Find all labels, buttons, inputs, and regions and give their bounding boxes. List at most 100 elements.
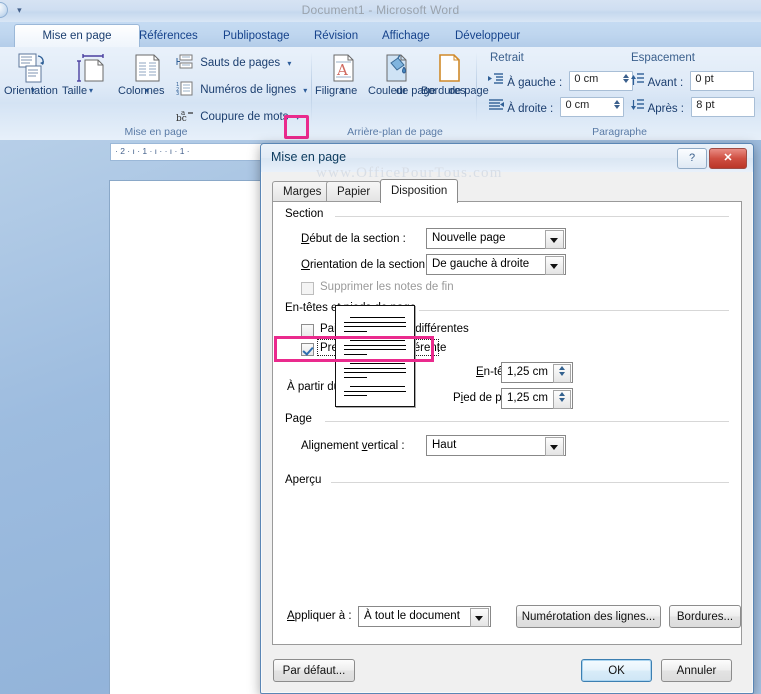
group-separator xyxy=(476,52,477,122)
indent-right-icon xyxy=(488,99,507,115)
apply-to-combo[interactable]: À tout le document xyxy=(358,606,491,627)
indent-left-stepper[interactable]: 0 cm xyxy=(569,71,634,91)
preview-line xyxy=(344,331,367,332)
spacing-before-label: Avant : xyxy=(647,77,684,89)
page-breaks-icon xyxy=(176,54,194,69)
svg-text:A: A xyxy=(336,61,348,79)
line-numbers-button[interactable]: 1 2 3 Numéros de lignes ▾ xyxy=(176,80,307,100)
size-label: Taille xyxy=(62,85,88,97)
preview-line xyxy=(344,372,406,373)
ribbon-group-paragraph: Retrait Espacement À gauche : 0 cm À dro… xyxy=(478,47,761,140)
apply-to-chevron-down-icon[interactable] xyxy=(470,608,489,627)
preview-line xyxy=(344,391,406,392)
section-orientation-chevron-down-icon[interactable] xyxy=(545,256,564,275)
footer-distance-stepper[interactable]: 1,25 cm xyxy=(501,388,573,409)
indent-right-arrows[interactable] xyxy=(611,99,622,114)
default-button[interactable]: Par défaut... xyxy=(273,659,355,682)
size-icon xyxy=(62,51,120,85)
indent-right-field[interactable]: À droite : 0 cm xyxy=(488,97,625,117)
page-breaks-caret-icon[interactable]: ▾ xyxy=(287,59,291,68)
line-numbers-label: Numéros de lignes xyxy=(200,84,297,96)
size-button[interactable]: Taille ▾ xyxy=(62,51,120,97)
preview-legend: Aperçu xyxy=(285,474,328,486)
page-color-button[interactable]: Couleur de page ▾ xyxy=(368,51,436,97)
orientation-label: Orientation xyxy=(4,85,58,97)
indent-group-title: Retrait xyxy=(490,52,524,64)
header-distance-arrows[interactable] xyxy=(553,364,571,383)
indent-left-value: 0 cm xyxy=(574,73,599,85)
help-button[interactable]: ? xyxy=(677,148,707,169)
spacing-after-label: Après : xyxy=(647,103,684,115)
suppress-endnotes-checkbox xyxy=(301,282,314,295)
svg-text:3: 3 xyxy=(176,91,179,96)
dialog-tab-papier[interactable]: Papier xyxy=(326,181,382,203)
page-borders-button[interactable]: Bordures de page xyxy=(421,51,489,97)
tab-mise-en-page[interactable]: Mise en page xyxy=(14,24,140,49)
line-numbers-button-label: Numérotation des lignes... xyxy=(521,611,656,623)
page-preview xyxy=(335,305,415,407)
spacing-group-title: Espacement xyxy=(631,52,695,64)
preview-line xyxy=(350,386,405,387)
footer-distance-arrows[interactable] xyxy=(553,390,571,409)
first-page-checkbox[interactable] xyxy=(301,343,314,356)
indent-right-value: 0 cm xyxy=(565,99,590,111)
ribbon: Orientation ▾ Taille ▾ Colonnes ▾ Sauts … xyxy=(0,47,761,182)
tab-revision[interactable]: Révision xyxy=(303,25,369,47)
borders-button[interactable]: Bordures... xyxy=(669,605,741,628)
ribbon-group-page-setup-label: Mise en page xyxy=(124,126,188,138)
preview-line xyxy=(350,363,405,364)
title-bar: ▾ Document1 - Microsoft Word xyxy=(0,0,761,23)
section-start-label: Début de la section : xyxy=(301,233,406,245)
apply-to-value: À tout le document xyxy=(364,610,460,622)
preview-line xyxy=(350,340,405,341)
preview-line xyxy=(344,349,406,350)
page-setup-dialog: Mise en page ? ✕ www.OfficePourTous.com … xyxy=(260,143,754,694)
section-orientation-combo[interactable]: De gauche à droite xyxy=(426,254,566,275)
page-breaks-button[interactable]: Sauts de pages ▾ xyxy=(176,53,291,73)
vertical-alignment-chevron-down-icon[interactable] xyxy=(545,437,564,456)
borders-button-label: Bordures... xyxy=(676,611,734,623)
section-start-chevron-down-icon[interactable] xyxy=(545,230,564,249)
page-legend: Page xyxy=(285,413,318,425)
indent-left-icon xyxy=(488,73,507,89)
tab-developpeur[interactable]: Développeur xyxy=(444,25,531,47)
indent-right-stepper[interactable]: 0 cm xyxy=(560,97,625,117)
hyphenation-button[interactable]: bc a Coupure de mots ▾ xyxy=(176,107,300,127)
dialog-tab-disposition[interactable]: Disposition xyxy=(380,179,459,203)
space-before-icon xyxy=(629,73,648,89)
ok-button-label: OK xyxy=(608,665,625,677)
window-title: Document1 - Microsoft Word xyxy=(301,3,460,17)
cancel-button[interactable]: Annuler xyxy=(661,659,732,682)
header-distance-stepper[interactable]: 1,25 cm xyxy=(501,362,573,383)
tab-publipostage[interactable]: Publipostage xyxy=(212,25,301,47)
columns-button[interactable]: Colonnes ▾ xyxy=(118,51,176,97)
preview-line xyxy=(350,317,405,318)
indent-left-field[interactable]: À gauche : 0 cm xyxy=(488,71,634,91)
spacing-after-stepper[interactable]: 8 pt xyxy=(691,97,756,117)
section-start-combo[interactable]: Nouvelle page xyxy=(426,228,566,249)
orientation-button[interactable]: Orientation ▾ xyxy=(4,51,62,97)
preview-line xyxy=(344,395,367,396)
columns-icon xyxy=(118,51,176,85)
tab-references[interactable]: Références xyxy=(128,25,209,47)
tab-affichage[interactable]: Affichage xyxy=(371,25,441,47)
vertical-alignment-combo[interactable]: Haut xyxy=(426,435,566,456)
line-numbers-caret-icon[interactable]: ▾ xyxy=(303,86,307,95)
preview-line xyxy=(344,322,406,323)
columns-label: Colonnes xyxy=(118,85,165,97)
odd-even-checkbox[interactable] xyxy=(301,324,314,337)
watermark-button[interactable]: A Filigrane ▾ xyxy=(315,51,371,97)
page-legend-rule xyxy=(325,421,729,422)
dialog-tab-marges[interactable]: Marges xyxy=(272,181,333,203)
preview-line xyxy=(344,354,367,355)
cancel-button-label: Annuler xyxy=(676,665,717,677)
line-numbers-button[interactable]: Numérotation des lignes... xyxy=(516,605,661,628)
header-distance-value: 1,25 cm xyxy=(507,366,548,378)
ok-button[interactable]: OK xyxy=(581,659,652,682)
section-orientation-label: Orientation de la section : xyxy=(301,259,432,271)
spacing-after-field[interactable]: Après : 8 pt xyxy=(629,97,756,117)
close-button[interactable]: ✕ xyxy=(709,148,747,169)
hyphenation-caret-icon[interactable]: ▾ xyxy=(296,113,300,122)
spacing-before-stepper[interactable]: 0 pt xyxy=(690,71,755,91)
spacing-before-field[interactable]: Avant : 0 pt xyxy=(629,71,755,91)
